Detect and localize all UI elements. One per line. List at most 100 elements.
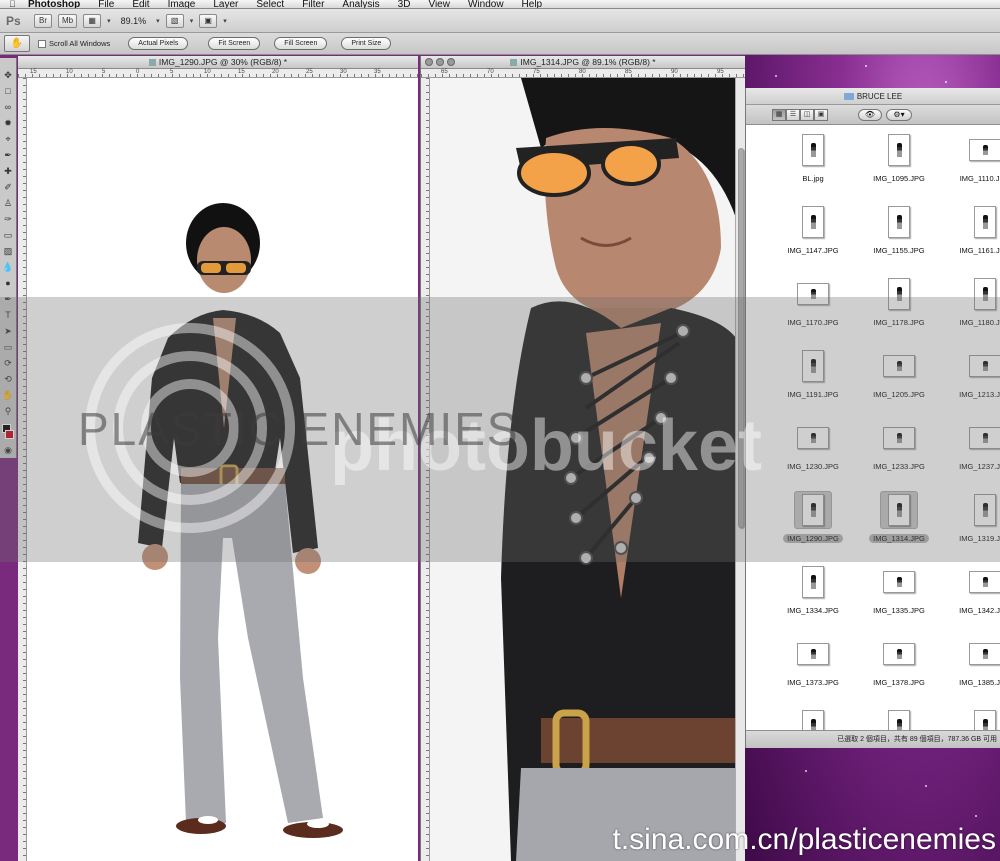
file-item[interactable]: IMG_1335.JPG xyxy=(856,557,942,629)
menu-app-name[interactable]: Photoshop xyxy=(22,0,89,8)
fill-screen-button[interactable]: Fill Screen xyxy=(274,37,328,50)
image-thumbnail[interactable] xyxy=(797,643,829,665)
chevron-down-icon[interactable]: ▾ xyxy=(223,17,227,25)
file-thumbnail-frame[interactable] xyxy=(966,131,1000,169)
marquee-tool-icon[interactable]: □ xyxy=(2,86,14,97)
screen-mode-button[interactable]: ▣ xyxy=(199,13,218,28)
color-swatches[interactable] xyxy=(2,424,14,440)
image-thumbnail[interactable] xyxy=(883,355,915,377)
file-name[interactable]: IMG_1230.JPG xyxy=(787,462,839,471)
file-item[interactable] xyxy=(942,701,1000,730)
quick-select-tool-icon[interactable]: ✹ xyxy=(2,118,14,129)
scrollbar-thumb[interactable] xyxy=(738,148,744,528)
image-thumbnail[interactable] xyxy=(883,571,915,593)
image-thumbnail[interactable] xyxy=(888,134,910,166)
file-item[interactable]: IMG_1170.JPG xyxy=(770,269,856,341)
file-item[interactable]: IMG_1110.JPG xyxy=(942,125,1000,197)
image-thumbnail[interactable] xyxy=(883,427,915,449)
file-name[interactable]: IMG_1378.JPG xyxy=(873,678,925,687)
pen-tool-icon[interactable]: ✒ xyxy=(2,294,14,305)
document-tab-img-1314[interactable]: IMG_1314.JPG @ 89.1% (RGB/8) * xyxy=(421,56,745,69)
brush-tool-icon[interactable]: ✐ xyxy=(2,182,14,193)
finder-titlebar[interactable]: BRUCE LEE xyxy=(746,88,1000,105)
image-thumbnail[interactable] xyxy=(888,206,910,238)
file-item[interactable]: IMG_1373.JPG xyxy=(770,629,856,701)
file-name[interactable]: BL.jpg xyxy=(802,174,823,183)
file-thumbnail-frame[interactable] xyxy=(966,347,1000,385)
file-thumbnail-frame[interactable] xyxy=(880,563,918,601)
file-thumbnail-frame[interactable] xyxy=(966,419,1000,457)
file-item[interactable]: IMG_1205.JPG xyxy=(856,341,942,413)
image-thumbnail[interactable] xyxy=(802,350,824,382)
file-item[interactable] xyxy=(856,701,942,730)
file-name[interactable]: IMG_1233.JPG xyxy=(873,462,925,471)
file-thumbnail-frame[interactable] xyxy=(794,707,832,730)
chevron-down-icon[interactable]: ▾ xyxy=(107,17,111,25)
image-thumbnail[interactable] xyxy=(974,710,996,730)
image-thumbnail[interactable] xyxy=(969,643,1000,665)
vertical-scrollbar[interactable] xyxy=(735,78,745,861)
menu-edit[interactable]: Edit xyxy=(123,0,158,8)
file-name[interactable]: IMG_1170.JPG xyxy=(787,318,838,327)
file-thumbnail-frame[interactable] xyxy=(966,707,1000,730)
file-thumbnail-frame[interactable] xyxy=(880,347,918,385)
type-tool-icon[interactable]: T xyxy=(2,310,14,321)
file-name[interactable]: IMG_1161.JPG xyxy=(959,246,1000,255)
menu-image[interactable]: Image xyxy=(159,0,205,8)
stamp-tool-icon[interactable]: ♙ xyxy=(2,198,14,209)
menu-layer[interactable]: Layer xyxy=(204,0,247,8)
file-item[interactable]: IMG_1161.JPG xyxy=(942,197,1000,269)
view-extras-button[interactable]: ▦ xyxy=(83,13,102,28)
bridge-button[interactable]: Br xyxy=(34,13,52,28)
file-name[interactable]: IMG_1319.JPG xyxy=(959,534,1000,543)
file-thumbnail-frame[interactable] xyxy=(880,275,918,313)
close-window-icon[interactable] xyxy=(425,58,433,66)
minimize-window-icon[interactable] xyxy=(436,58,444,66)
file-item[interactable]: IMG_1290.JPG xyxy=(770,485,856,557)
file-name[interactable]: IMG_1110.JPG xyxy=(960,174,1000,183)
file-item[interactable]: IMG_1319.JPG xyxy=(942,485,1000,557)
gradient-tool-icon[interactable]: ▨ xyxy=(2,246,14,257)
file-thumbnail-frame[interactable] xyxy=(794,131,832,169)
image-thumbnail[interactable] xyxy=(802,206,824,238)
quick-look-eye-icon[interactable]: 👁 xyxy=(858,108,882,121)
file-name[interactable]: IMG_1147.JPG xyxy=(787,246,838,255)
image-thumbnail[interactable] xyxy=(802,134,824,166)
file-name[interactable]: IMG_1095.JPG xyxy=(873,174,925,183)
lasso-tool-icon[interactable]: ∞ xyxy=(2,102,14,113)
menu-view[interactable]: View xyxy=(419,0,459,8)
horizontal-ruler[interactable]: 65 70 75 80 85 90 95 xyxy=(421,69,745,78)
hand-tool-icon[interactable]: ✋ xyxy=(2,390,14,401)
file-thumbnail-frame[interactable] xyxy=(966,491,1000,529)
apple-menu-icon[interactable]:  xyxy=(0,0,22,8)
file-thumbnail-frame[interactable] xyxy=(880,419,918,457)
eyedropper-tool-icon[interactable]: ✒ xyxy=(2,150,14,161)
file-thumbnail-frame[interactable] xyxy=(794,563,832,601)
file-name[interactable]: IMG_1237.JPG xyxy=(959,462,1000,471)
image-thumbnail[interactable] xyxy=(969,427,1000,449)
zoom-level[interactable]: 89.1% xyxy=(117,16,151,26)
file-name[interactable]: IMG_1385.JPG xyxy=(959,678,1000,687)
image-thumbnail[interactable] xyxy=(802,710,824,730)
image-thumbnail[interactable] xyxy=(969,571,1000,593)
path-select-tool-icon[interactable]: ➤ xyxy=(2,326,14,337)
hand-tool-preset-icon[interactable]: ✋ xyxy=(4,35,30,52)
file-item[interactable]: IMG_1180.JPG xyxy=(942,269,1000,341)
file-name[interactable]: IMG_1178.JPG xyxy=(873,318,924,327)
image-thumbnail[interactable] xyxy=(802,566,824,598)
menu-window[interactable]: Window xyxy=(459,0,513,8)
file-thumbnail-frame[interactable] xyxy=(880,635,918,673)
file-item[interactable]: IMG_1095.JPG xyxy=(856,125,942,197)
icon-view-button[interactable]: ▦ xyxy=(772,108,786,121)
document-canvas-full-figure[interactable] xyxy=(18,78,418,861)
eraser-tool-icon[interactable]: ▭ xyxy=(2,230,14,241)
blur-tool-icon[interactable]: 💧 xyxy=(2,262,14,273)
file-item[interactable]: IMG_1147.JPG xyxy=(770,197,856,269)
file-thumbnail-frame[interactable] xyxy=(794,347,832,385)
file-thumbnail-frame[interactable] xyxy=(966,563,1000,601)
menu-analysis[interactable]: Analysis xyxy=(333,0,388,8)
print-size-button[interactable]: Print Size xyxy=(341,37,392,50)
scroll-all-windows-checkbox[interactable]: Scroll All Windows xyxy=(38,39,110,48)
image-thumbnail[interactable] xyxy=(797,283,829,305)
file-item[interactable]: IMG_1237.JPG xyxy=(942,413,1000,485)
